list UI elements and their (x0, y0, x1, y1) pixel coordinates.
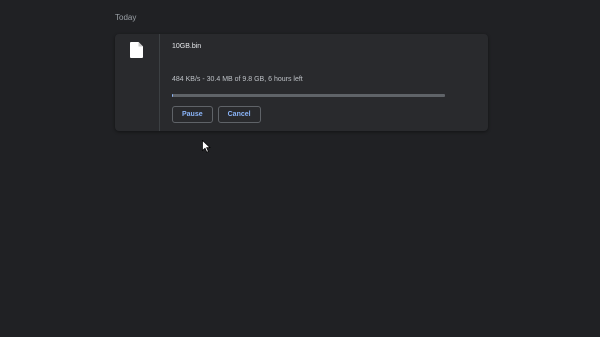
file-icon-column (115, 34, 160, 131)
progress-bar-fill (172, 94, 173, 97)
date-section-label: Today (115, 13, 137, 22)
pause-button[interactable]: Pause (172, 106, 213, 123)
download-details: 10GB.bin 484 KB/s - 30.4 MB of 9.8 GB, 6… (172, 34, 476, 131)
progress-bar (172, 94, 445, 97)
cancel-button[interactable]: Cancel (217, 106, 261, 123)
download-item-card: 10GB.bin 484 KB/s - 30.4 MB of 9.8 GB, 6… (115, 34, 488, 131)
mouse-pointer-icon (202, 140, 211, 153)
download-actions: Pause Cancel (172, 106, 261, 123)
downloads-page: Today 10GB.bin 484 KB/s - 30.4 MB of 9.8… (0, 0, 600, 337)
download-status: 484 KB/s - 30.4 MB of 9.8 GB, 6 hours le… (172, 76, 303, 83)
file-name-link[interactable]: 10GB.bin (172, 43, 201, 50)
file-icon (130, 42, 143, 58)
